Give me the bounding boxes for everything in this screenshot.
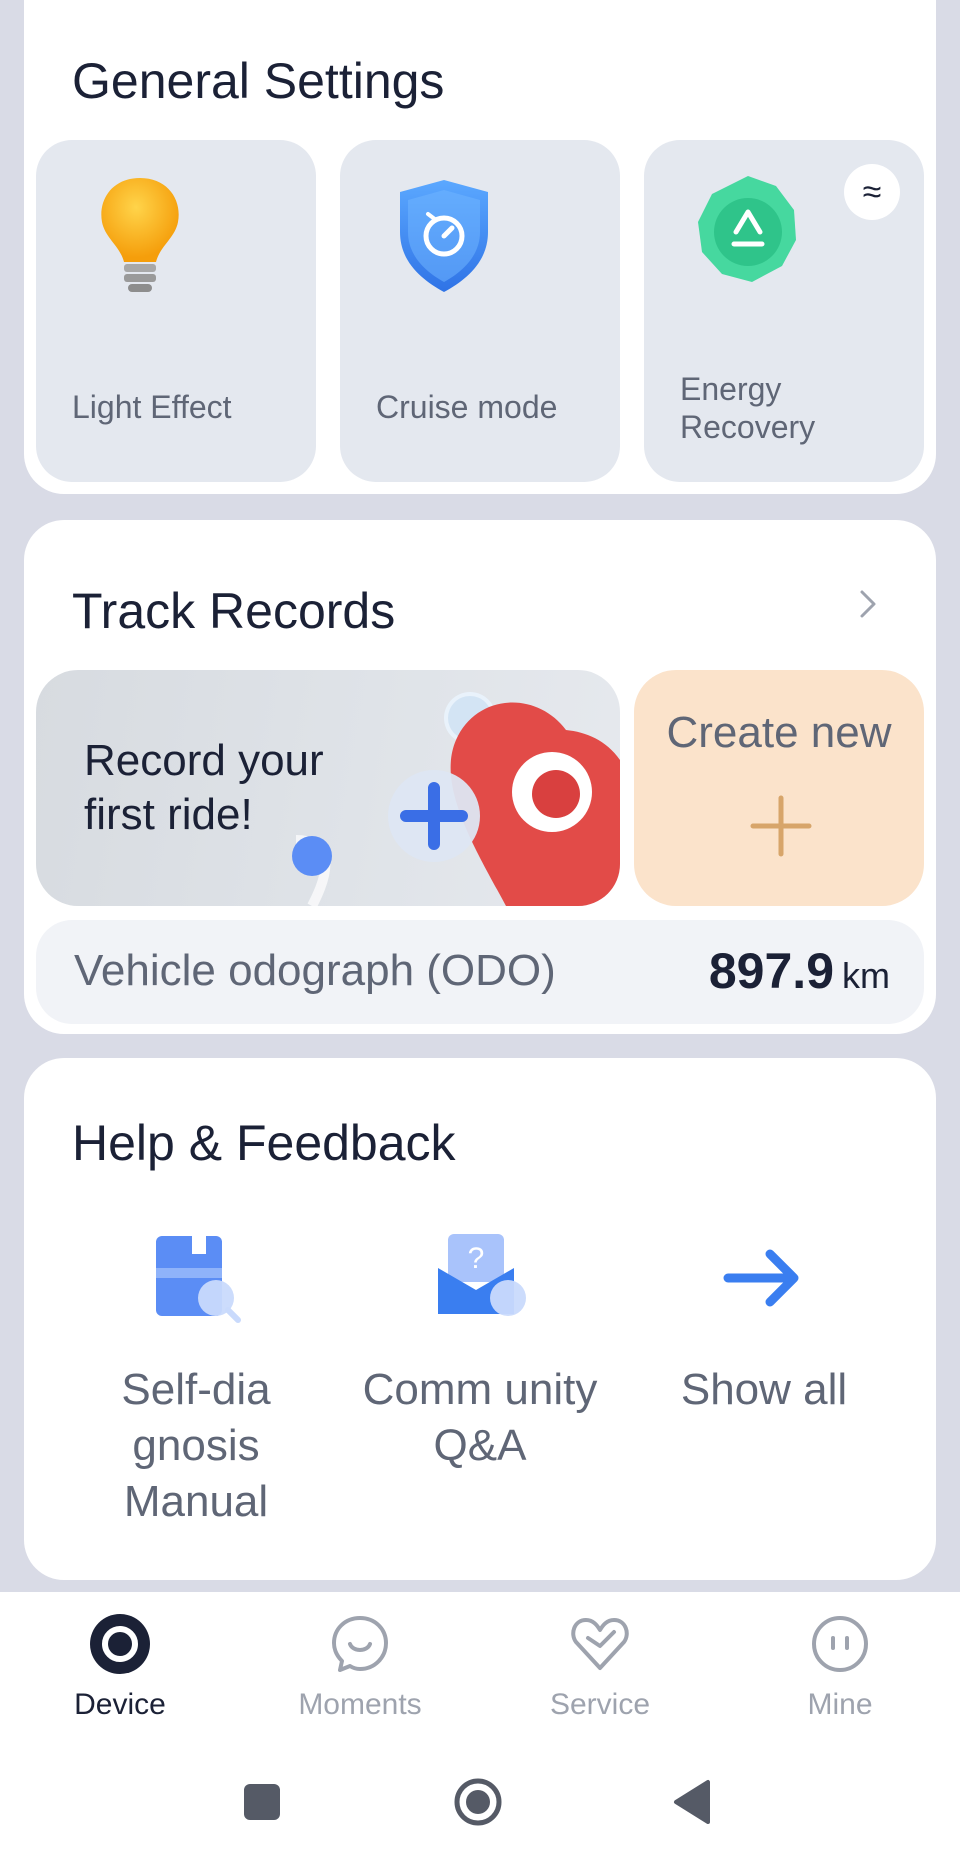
back-icon[interactable] (674, 1780, 710, 1824)
nav-mine[interactable]: Mine (740, 1612, 940, 1722)
service-heart-icon (571, 1618, 629, 1670)
nav-mine-label: Mine (807, 1688, 873, 1721)
community-qa-item[interactable]: ? Comm unity Q&A (360, 1228, 600, 1474)
nav-moments-label: Moments (298, 1688, 422, 1721)
odometer-row: Vehicle odograph (ODO) 897.9 km (36, 920, 924, 1024)
community-qa-icon: ? (438, 1234, 526, 1316)
help-feedback-card: Help & Feedback Self-dia gnosis Manual ?… (24, 1058, 936, 1580)
general-settings-title: General Settings (72, 53, 445, 109)
mine-face-icon (812, 1616, 868, 1672)
nav-service-label: Service (549, 1688, 651, 1721)
home-icon[interactable] (454, 1778, 502, 1826)
arrow-right-icon (723, 1249, 799, 1307)
create-new-track-button[interactable]: Create new (634, 670, 924, 906)
create-new-label: Create new (666, 708, 892, 757)
device-icon (90, 1614, 150, 1674)
moments-chat-icon (332, 1616, 388, 1672)
nav-service[interactable]: Service (500, 1612, 700, 1722)
nav-device-label: Device (74, 1688, 166, 1721)
energy-recovery-icon (698, 176, 796, 282)
general-settings-card: General Settings Light Effect Cruise mod… (24, 0, 936, 494)
energy-recovery-label: Energy Recovery (680, 371, 816, 445)
recents-icon[interactable] (244, 1784, 280, 1820)
self-diagnosis-manual-item[interactable]: Self-dia gnosis Manual (76, 1228, 316, 1530)
track-records-card: Track Records Record your first ride! Cr… (24, 520, 936, 1034)
chevron-right-icon[interactable] (848, 584, 888, 624)
energy-recovery-tile[interactable]: ≈ Energy Recovery (644, 140, 924, 482)
nav-moments[interactable]: Moments (260, 1612, 460, 1722)
light-effect-label: Light Effect (72, 389, 232, 425)
self-diagnosis-label: Self-dia gnosis Manual (121, 1365, 271, 1526)
show-all-label: Show all (680, 1365, 848, 1414)
odometer-label: Vehicle odograph (ODO) (74, 946, 556, 995)
record-first-ride-banner[interactable]: Record your first ride! (36, 670, 620, 906)
show-all-item[interactable]: Show all (644, 1228, 884, 1418)
manual-search-icon (156, 1236, 241, 1323)
help-feedback-title: Help & Feedback (72, 1115, 456, 1171)
lightbulb-icon (101, 178, 179, 292)
cruise-mode-tile[interactable]: Cruise mode (340, 140, 620, 482)
odometer-value-group: 897.9 km (709, 942, 890, 1000)
track-records-title: Track Records (72, 583, 396, 639)
odometer-value: 897.9 (708, 943, 834, 999)
bottom-navigation: Device Moments Service Mine (0, 1592, 960, 1850)
light-effect-tile[interactable]: Light Effect (36, 140, 316, 482)
waves-icon: ≈ (862, 172, 882, 211)
cruise-mode-label: Cruise mode (376, 389, 558, 425)
plus-icon (750, 795, 812, 857)
odometer-unit: km (842, 955, 890, 996)
svg-text:?: ? (468, 1242, 485, 1275)
cruise-shield-icon (400, 180, 488, 292)
system-navigation-bar (244, 1778, 710, 1826)
record-first-ride-text: Record your first ride! (84, 736, 324, 839)
community-qa-label: Comm unity Q&A (362, 1365, 598, 1470)
nav-device[interactable]: Device (20, 1612, 220, 1722)
energy-recovery-settings-badge[interactable]: ≈ (844, 164, 900, 220)
